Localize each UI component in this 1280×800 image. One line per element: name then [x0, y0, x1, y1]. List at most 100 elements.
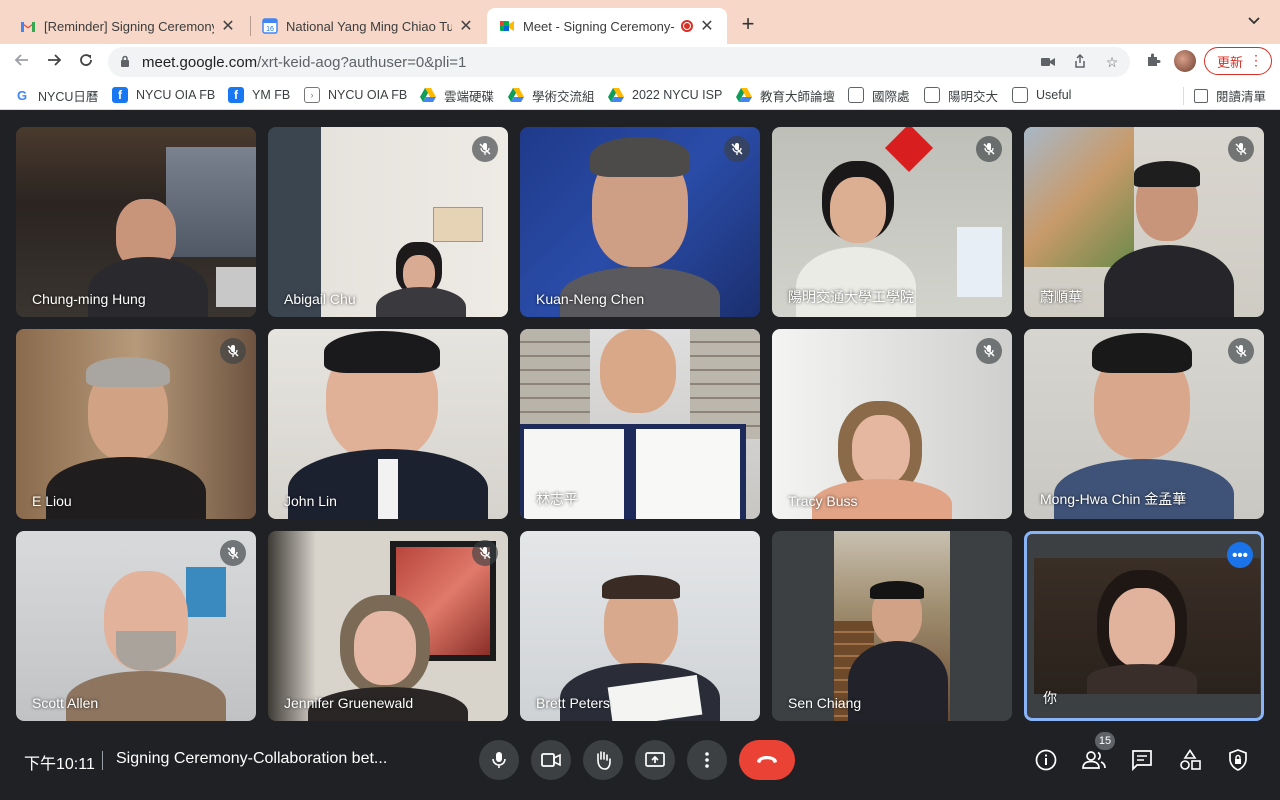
participant-name: Mong-Hwa Chin 金孟華: [1040, 491, 1187, 507]
divider: [1182, 86, 1184, 105]
raise-hand-button[interactable]: [583, 740, 623, 780]
more-options-button[interactable]: [687, 740, 727, 780]
address-bar[interactable]: meet.google.com/xrt-keid-aog?authuser=0&…: [108, 47, 1130, 77]
mic-off-icon: [220, 338, 246, 364]
bookmark-item[interactable]: 陽明交大: [924, 86, 998, 104]
participant-tile[interactable]: Abigail Chu: [268, 127, 508, 317]
participant-name: E Liou: [32, 493, 72, 509]
participant-tile[interactable]: Brett Peters: [520, 531, 760, 721]
google-icon: G: [14, 87, 30, 103]
mic-off-icon: [976, 136, 1002, 162]
participant-tile[interactable]: Kuan-Neng Chen: [520, 127, 760, 317]
close-icon[interactable]: ✕: [699, 16, 715, 36]
participant-name: Jennifer Gruenewald: [284, 695, 414, 711]
meeting-details-button[interactable]: [1032, 746, 1060, 774]
bookmark-label: 雲端硬碟: [444, 89, 495, 104]
microphone-icon: [492, 752, 506, 768]
share-icon[interactable]: [1072, 53, 1088, 70]
participant-grid: Chung-ming Hung Abigail Chu Kuan-Neng Ch…: [0, 111, 1280, 732]
more-options-button[interactable]: •••: [1227, 542, 1253, 568]
participant-name: Tracy Buss: [788, 493, 858, 509]
present-button[interactable]: [635, 740, 675, 780]
mic-off-icon: [472, 136, 498, 162]
folder-icon: [848, 87, 864, 103]
tab-strip: [Reminder] Signing Ceremony- ✕ 16 Nation…: [0, 0, 1280, 44]
present-screen-icon: [645, 752, 665, 767]
participant-tile[interactable]: 蔚順華: [1024, 127, 1264, 317]
forward-button[interactable]: [42, 50, 66, 74]
chat-icon: [1132, 750, 1152, 771]
camera-button[interactable]: [531, 740, 571, 780]
bookmark-item[interactable]: 學術交流組: [508, 86, 595, 104]
info-icon: [1035, 749, 1057, 771]
drive-icon: [508, 88, 524, 102]
star-icon[interactable]: ☆: [1104, 54, 1120, 70]
facebook-icon: f: [112, 87, 128, 103]
participant-tile[interactable]: 林志平: [520, 329, 760, 519]
bookmark-item[interactable]: 雲端硬碟: [420, 86, 494, 104]
bookmark-item[interactable]: 國際處: [848, 86, 910, 104]
reading-list[interactable]: 閱讀清單: [1182, 86, 1266, 105]
tab-title: Meet - Signing Ceremony-: [523, 18, 675, 34]
bookmark-item[interactable]: 2022 NYCU ISP: [608, 86, 722, 104]
bookmark-label: 陽明交大: [948, 89, 999, 104]
bookmark-label: 2022 NYCU ISP: [632, 88, 723, 102]
participant-tile[interactable]: 陽明交通大學工學院: [772, 127, 1012, 317]
participant-tile[interactable]: Scott Allen: [16, 531, 256, 721]
participant-tile[interactable]: John Lin: [268, 329, 508, 519]
participant-name: Scott Allen: [32, 695, 99, 711]
more-vert-icon: [705, 752, 709, 768]
bookmarks-bar: G NYCU日曆 f NYCU OIA FB f YM FB › NYCU OIA FB…: [0, 80, 1280, 110]
tab-calendar[interactable]: 16 National Yang Ming Chiao Tung ✕: [250, 8, 486, 44]
tab-gmail[interactable]: [Reminder] Signing Ceremony- ✕: [8, 8, 248, 44]
call-end-icon: [757, 756, 777, 763]
bookmark-item[interactable]: G NYCU日曆: [14, 86, 98, 104]
people-icon: [1082, 751, 1106, 769]
chevron-down-icon[interactable]: [1248, 12, 1260, 28]
new-tab-button[interactable]: +: [736, 10, 760, 38]
participant-tile[interactable]: E Liou: [16, 329, 256, 519]
shield-lock-icon: [1229, 749, 1247, 771]
participant-name: Brett Peters: [536, 695, 610, 711]
calendar-icon: 16: [262, 18, 278, 34]
people-button[interactable]: [1080, 746, 1108, 774]
mic-off-icon: [724, 136, 750, 162]
bookmark-item[interactable]: Useful: [1012, 86, 1071, 104]
participant-tile[interactable]: Tracy Buss: [772, 329, 1012, 519]
reload-button[interactable]: [74, 50, 98, 74]
participant-tile[interactable]: Jennifer Gruenewald: [268, 531, 508, 721]
tab-meet[interactable]: Meet - Signing Ceremony- ✕: [487, 8, 727, 44]
self-tile[interactable]: ••• 你: [1024, 531, 1264, 721]
extensions-icon[interactable]: [1144, 52, 1162, 70]
mic-off-icon: [472, 540, 498, 566]
url-host: meet.google.com: [142, 54, 258, 71]
microphone-button[interactable]: [479, 740, 519, 780]
reading-list-icon: [1193, 88, 1208, 103]
update-label: 更新: [1217, 54, 1244, 70]
profile-avatar[interactable]: [1174, 50, 1196, 72]
mic-off-icon: [976, 338, 1002, 364]
participant-tile[interactable]: Sen Chiang: [772, 531, 1012, 721]
participant-name: 蔚順華: [1040, 289, 1082, 305]
arrow-circle-icon: ›: [304, 87, 320, 103]
gmail-icon: [20, 18, 36, 34]
bookmark-label: NYCU OIA FB: [136, 88, 216, 102]
back-button[interactable]: [10, 50, 34, 74]
folder-icon: [924, 87, 940, 103]
arrow-left-icon: [14, 54, 28, 66]
host-controls-button[interactable]: [1224, 746, 1252, 774]
close-icon[interactable]: ✕: [220, 16, 236, 36]
participant-tile[interactable]: Chung-ming Hung: [16, 127, 256, 317]
chat-button[interactable]: [1128, 746, 1156, 774]
bookmark-item[interactable]: › NYCU OIA FB: [304, 86, 407, 104]
bookmark-item[interactable]: f YM FB: [228, 86, 290, 104]
bookmark-item[interactable]: 教育大師論壇: [736, 86, 835, 104]
participant-tile[interactable]: Mong-Hwa Chin 金孟華: [1024, 329, 1264, 519]
meeting-controls-bar: 下午10:11 Signing Ceremony-Collaboration b…: [0, 732, 1280, 800]
leave-call-button[interactable]: [739, 740, 795, 780]
bookmark-item[interactable]: f NYCU OIA FB: [112, 86, 215, 104]
close-icon[interactable]: ✕: [458, 16, 474, 36]
camera-icon[interactable]: [1040, 54, 1056, 70]
update-button[interactable]: 更新 ⋮: [1204, 47, 1272, 75]
activities-button[interactable]: [1176, 746, 1204, 774]
